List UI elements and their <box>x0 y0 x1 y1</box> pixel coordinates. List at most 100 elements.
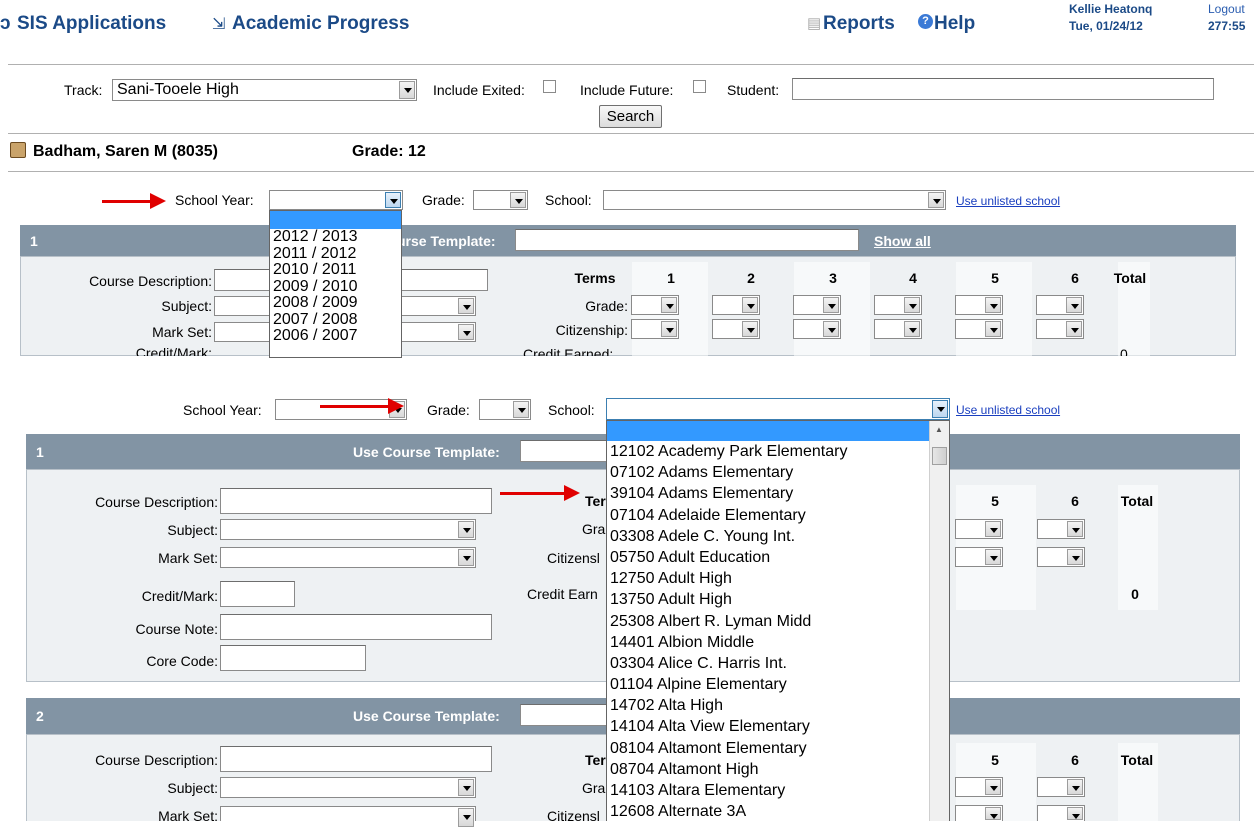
term-5-grade-select[interactable] <box>955 295 1003 315</box>
term-6-citizenship-select[interactable] <box>1036 319 1084 339</box>
dropdown-option[interactable]: 08704 Altamont High <box>607 759 929 780</box>
dropdown-option[interactable]: 08104 Altamont Elementary <box>607 738 929 759</box>
nav-sis-applications[interactable]: SIS Applications <box>17 13 166 35</box>
dropdown-option[interactable]: 2009 / 2010 <box>270 278 401 296</box>
dropdown-option[interactable]: 07104 Adelaide Elementary <box>607 505 929 526</box>
term-4-grade-select[interactable] <box>874 295 922 315</box>
subject-select[interactable] <box>220 519 476 540</box>
course-description-input[interactable] <box>220 488 492 514</box>
mark-set-label: Mark Set: <box>152 324 212 340</box>
grade-select[interactable] <box>479 399 531 420</box>
mark-set-select[interactable] <box>220 547 476 568</box>
chevron-down-icon <box>513 401 529 418</box>
dropdown-option[interactable]: 39104 Adams Elementary <box>607 483 929 504</box>
school-year-dropdown[interactable]: 2012 / 2013 2011 / 2012 2010 / 2011 2009… <box>269 210 402 358</box>
dropdown-scrollbar[interactable]: ▲ <box>929 421 949 821</box>
school-dropdown[interactable]: 12102 Academy Park Elementary 07102 Adam… <box>606 420 950 821</box>
course-note-input[interactable] <box>220 614 492 640</box>
dropdown-option[interactable] <box>607 421 929 441</box>
use-unlisted-school-link[interactable]: Use unlisted school <box>956 194 1060 208</box>
term-5-grade-select[interactable] <box>955 777 1003 797</box>
course-description-input[interactable] <box>220 746 492 772</box>
chevron-down-icon <box>510 192 526 208</box>
use-unlisted-school-link[interactable]: Use unlisted school <box>956 403 1060 417</box>
dropdown-option[interactable]: 03304 Alice C. Harris Int. <box>607 653 929 674</box>
term-col-6: 6 <box>1071 270 1079 286</box>
school-select[interactable] <box>606 398 950 420</box>
dropdown-option[interactable]: 12750 Adult High <box>607 568 929 589</box>
reports-icon: ▤ <box>807 15 822 32</box>
core-code-input[interactable] <box>220 645 366 671</box>
term-6-grade-select[interactable] <box>1036 295 1084 315</box>
include-future-checkbox[interactable] <box>693 80 706 93</box>
dropdown-option[interactable]: 14401 Albion Middle <box>607 632 929 653</box>
term-5-grade-select[interactable] <box>955 519 1003 539</box>
dropdown-option[interactable]: 07102 Adams Elementary <box>607 462 929 483</box>
grade-label: Grade: <box>422 192 465 208</box>
scroll-up-icon[interactable]: ▲ <box>935 425 943 434</box>
term-1-grade-select[interactable] <box>631 295 679 315</box>
course-template-input[interactable] <box>520 440 610 462</box>
track-select[interactable]: Sani-Tooele High <box>112 79 417 101</box>
term-3-citizenship-select[interactable] <box>793 319 841 339</box>
credit-mark-input[interactable] <box>220 581 295 607</box>
logout-link[interactable]: Logout <box>1208 2 1245 16</box>
student-search-input[interactable] <box>792 78 1214 100</box>
show-all-link[interactable]: Show all <box>874 233 931 249</box>
credit-earned-label: Credit Earn <box>527 586 598 602</box>
term-6-citizenship-select[interactable] <box>1037 805 1085 821</box>
dropdown-option[interactable]: 01104 Alpine Elementary <box>607 674 929 695</box>
term-3-grade-select[interactable] <box>793 295 841 315</box>
nav-reports[interactable]: Reports <box>823 13 895 35</box>
dropdown-option[interactable]: 13750 Adult High <box>607 589 929 610</box>
dropdown-option[interactable]: 14104 Alta View Elementary <box>607 716 929 737</box>
dropdown-option[interactable]: 2007 / 2008 <box>270 311 401 329</box>
student-name: Badham, Saren M (8035) <box>33 143 218 160</box>
school-select[interactable] <box>603 190 946 210</box>
course-template-input[interactable] <box>515 229 859 251</box>
term-5-citizenship-select[interactable] <box>955 805 1003 821</box>
nav-help[interactable]: Help <box>934 13 975 35</box>
dropdown-option[interactable]: 2006 / 2007 <box>270 327 401 345</box>
nav-academic-progress[interactable]: Academic Progress <box>232 13 409 35</box>
term-col-6: 6 <box>1071 493 1079 509</box>
course-note-label: Course Note: <box>135 621 218 637</box>
dropdown-option[interactable]: 05750 Adult Education <box>607 547 929 568</box>
mark-set-select[interactable] <box>220 806 476 827</box>
dropdown-option[interactable]: 12102 Academy Park Elementary <box>607 441 929 462</box>
term-6-grade-select[interactable] <box>1037 519 1085 539</box>
dropdown-option[interactable]: 2008 / 2009 <box>270 294 401 312</box>
term-5-citizenship-select[interactable] <box>955 319 1003 339</box>
dropdown-option[interactable]: 2012 / 2013 <box>270 228 401 246</box>
help-icon: ? <box>918 14 933 29</box>
subject-label: Subject: <box>161 298 212 314</box>
course-template-input[interactable] <box>520 704 610 726</box>
term-5-citizenship-select[interactable] <box>955 547 1003 567</box>
subject-select[interactable] <box>220 777 476 798</box>
term-6-citizenship-select[interactable] <box>1037 547 1085 567</box>
term-1-citizenship-select[interactable] <box>631 319 679 339</box>
dropdown-option[interactable]: 25308 Albert R. Lyman Midd <box>607 611 929 632</box>
term-2-grade-select[interactable] <box>712 295 760 315</box>
dropdown-option[interactable]: 2010 / 2011 <box>270 261 401 279</box>
term-4-citizenship-select[interactable] <box>874 319 922 339</box>
term-6-grade-select[interactable] <box>1037 777 1085 797</box>
total-header: Total <box>1120 752 1154 768</box>
dropdown-option[interactable] <box>270 211 401 229</box>
course-template-label: Use Course Template: <box>353 708 500 724</box>
dropdown-option[interactable]: 14702 Alta High <box>607 695 929 716</box>
term-col-5: 5 <box>991 493 999 509</box>
dropdown-option[interactable]: 03308 Adele C. Young Int. <box>607 526 929 547</box>
chevron-down-icon <box>458 521 474 538</box>
terms-grid: Terms 1 2 3 4 5 6 Total Grade: Citizensh… <box>520 262 1150 356</box>
dropdown-option[interactable]: 14103 Altara Elementary <box>607 780 929 801</box>
include-exited-checkbox[interactable] <box>543 80 556 93</box>
dropdown-option[interactable]: 2011 / 2012 <box>270 245 401 263</box>
term-2-citizenship-select[interactable] <box>712 319 760 339</box>
dropdown-option[interactable]: 12608 Alternate 3A <box>607 801 929 821</box>
total-header: Total <box>1113 270 1147 286</box>
school-year-select[interactable] <box>269 190 403 210</box>
search-button[interactable]: Search <box>599 105 662 128</box>
grade-select[interactable] <box>473 190 528 210</box>
scrollbar-thumb[interactable] <box>932 447 947 465</box>
